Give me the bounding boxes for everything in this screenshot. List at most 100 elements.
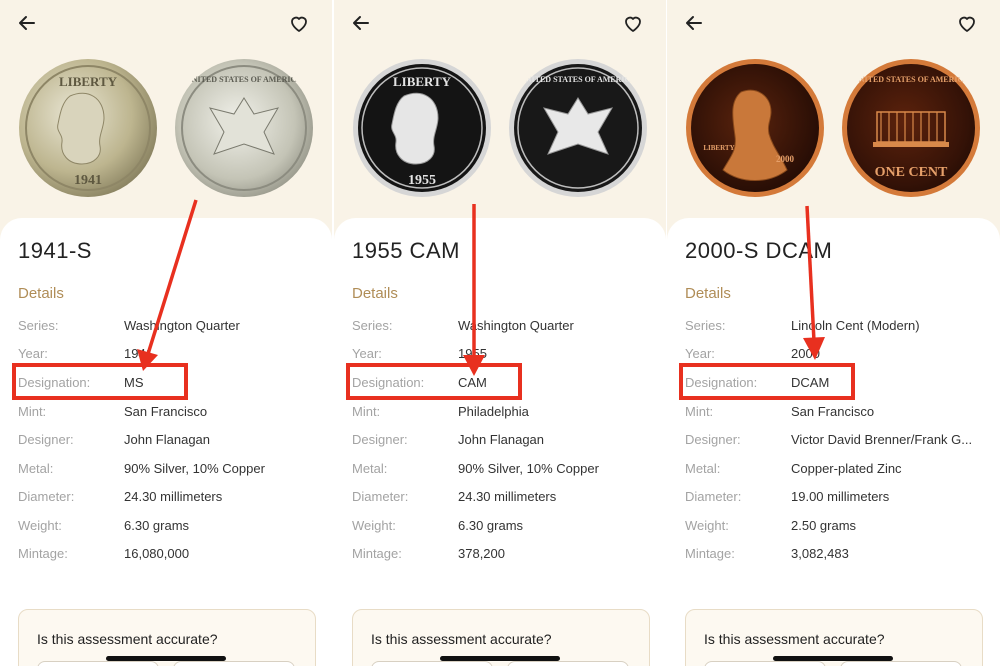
feedback-question: Is this assessment accurate? [371, 631, 552, 647]
detail-key: Diameter: [18, 489, 75, 504]
detail-row-series: Series: Washington Quarter [352, 318, 652, 338]
detail-value: 3,082,483 [791, 546, 849, 561]
feedback-question: Is this assessment accurate? [704, 631, 885, 647]
feedback-no-button[interactable] [173, 661, 295, 666]
detail-value: Lincoln Cent (Modern) [791, 318, 920, 333]
detail-value: 1955 [458, 346, 487, 361]
coin-legend: LIBERTY [703, 144, 734, 152]
detail-row-series: Series: Lincoln Cent (Modern) [685, 318, 985, 338]
coin-obverse-image: LIBERTY 1955 [353, 59, 491, 197]
detail-value: 19.00 millimeters [791, 489, 890, 504]
details-heading: Details [685, 285, 731, 302]
detail-value: 2.50 grams [791, 518, 857, 533]
detail-row-mint: Mint: San Francisco [685, 404, 985, 424]
detail-row-diameter: Diameter: 24.30 millimeters [352, 489, 652, 509]
detail-key: Series: [685, 318, 726, 333]
feedback-yes-button[interactable] [371, 661, 493, 666]
detail-value: Philadelphia [458, 404, 529, 419]
home-indicator[interactable] [440, 656, 560, 661]
detail-key: Designer: [352, 432, 408, 447]
coin-date: 1955 [408, 173, 436, 188]
heart-icon[interactable] [622, 12, 644, 34]
detail-key: Series: [352, 318, 393, 333]
detail-value: 2000 [791, 346, 820, 361]
feedback-yes-button[interactable] [704, 661, 826, 666]
detail-value: 90% Silver, 10% Copper [458, 461, 599, 476]
detail-key: Mint: [18, 404, 47, 419]
detail-row-weight: Weight: 6.30 grams [352, 518, 652, 538]
detail-key: Metal: [685, 461, 721, 476]
detail-row-mint: Mint: Philadelphia [352, 404, 652, 424]
detail-key: Metal: [18, 461, 54, 476]
back-arrow-icon[interactable] [683, 12, 705, 34]
heart-icon[interactable] [956, 12, 978, 34]
detail-value: 6.30 grams [124, 518, 190, 533]
designation-highlight-box [346, 363, 522, 400]
coin-legend: LIBERTY [59, 74, 118, 89]
coin-reverse-image: UNITED STATES OF AMERICA [509, 59, 647, 197]
detail-key: Metal: [352, 461, 388, 476]
detail-value: 1941 [124, 346, 153, 361]
detail-key: Mintage: [18, 546, 68, 561]
coin-legend: UNITED STATES OF AMERICA [186, 75, 302, 84]
detail-value: Washington Quarter [458, 318, 574, 333]
back-arrow-icon[interactable] [16, 12, 38, 34]
detail-value: 378,200 [458, 546, 505, 561]
feedback-no-button[interactable] [840, 661, 962, 666]
detail-value: John Flanagan [124, 432, 211, 447]
home-indicator[interactable] [773, 656, 893, 661]
coin-title: 2000-S DCAM [685, 238, 833, 263]
detail-key: Designer: [685, 432, 741, 447]
detail-row-weight: Weight: 6.30 grams [18, 518, 318, 538]
detail-row-mintage: Mintage: 16,080,000 [18, 546, 318, 566]
coin-date: 2000 [776, 154, 795, 164]
detail-key: Designer: [18, 432, 74, 447]
detail-value: San Francisco [791, 404, 875, 419]
feedback-no-button[interactable] [507, 661, 629, 666]
detail-row-designer: Designer: Victor David Brenner/Frank G... [685, 432, 985, 452]
detail-row-metal: Metal: 90% Silver, 10% Copper [352, 461, 652, 481]
detail-row-mintage: Mintage: 3,082,483 [685, 546, 985, 566]
detail-row-diameter: Diameter: 19.00 millimeters [685, 489, 985, 509]
coin-detail-panel-1955: LIBERTY 1955 UNITED STATES OF AMERICA 19… [334, 0, 666, 666]
detail-key: Mintage: [685, 546, 735, 561]
coin-denomination: ONE CENT [875, 165, 948, 180]
detail-value: John Flanagan [458, 432, 545, 447]
detail-key: Mintage: [352, 546, 402, 561]
detail-row-metal: Metal: 90% Silver, 10% Copper [18, 461, 318, 481]
coin-obverse-image: LIBERTY 1941 [19, 59, 157, 197]
detail-key: Mint: [685, 404, 714, 419]
coin-reverse-image: UNITED STATES OF AMERICA [175, 59, 313, 197]
detail-value: 90% Silver, 10% Copper [124, 461, 265, 476]
detail-row-diameter: Diameter: 24.30 millimeters [18, 489, 318, 509]
detail-key: Mint: [352, 404, 381, 419]
designation-highlight-box [12, 363, 188, 400]
detail-value: 6.30 grams [458, 518, 524, 533]
detail-key: Year: [18, 346, 48, 361]
heart-icon[interactable] [288, 12, 310, 34]
detail-row-series: Series: Washington Quarter [18, 318, 318, 338]
designation-highlight-box [679, 363, 855, 400]
details-heading: Details [352, 285, 398, 302]
coin-legend: LIBERTY [393, 74, 452, 89]
feedback-yes-button[interactable] [37, 661, 159, 666]
home-indicator[interactable] [106, 656, 226, 661]
details-heading: Details [18, 285, 64, 302]
detail-value: 16,080,000 [124, 546, 190, 561]
detail-key: Weight: [18, 518, 62, 533]
detail-key: Weight: [352, 518, 396, 533]
detail-key: Weight: [685, 518, 729, 533]
coin-legend: UNITED STATES OF AMERICA [853, 75, 969, 84]
feedback-question: Is this assessment accurate? [37, 631, 218, 647]
detail-value: Victor David Brenner/Frank G... [791, 432, 973, 447]
detail-row-mint: Mint: San Francisco [18, 404, 318, 424]
detail-value: Copper-plated Zinc [791, 461, 902, 476]
coin-title: 1941-S [18, 238, 92, 263]
coin-detail-panel-1941: LIBERTY 1941 UNITED STATES OF AMERICA 19… [0, 0, 332, 666]
coin-reverse-image: UNITED STATES OF AMERICA ONE CENT [842, 59, 980, 197]
detail-value: San Francisco [124, 404, 208, 419]
detail-key: Year: [352, 346, 382, 361]
detail-row-mintage: Mintage: 378,200 [352, 546, 652, 566]
detail-row-designer: Designer: John Flanagan [352, 432, 652, 452]
back-arrow-icon[interactable] [350, 12, 372, 34]
